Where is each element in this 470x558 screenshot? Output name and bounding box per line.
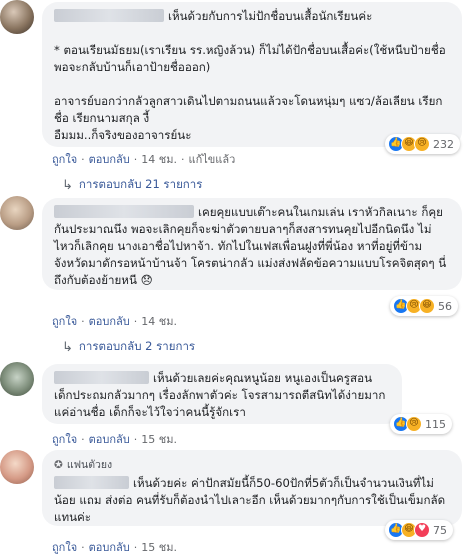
- star-icon: ✪: [54, 459, 63, 471]
- reaction-summary[interactable]: 👍 😢 😆 56: [390, 296, 458, 316]
- comment-bubble: ✪ แฟนตัวยง เห็นด้วยค่ะ ค่าปักสมัยนี้ก็50-…: [42, 450, 462, 526]
- comment-bubble: เคยคุยแบบเต๊าะคนในเกมเล่น เราหัวกิลเนาะ …: [42, 198, 462, 290]
- like-button[interactable]: ถูกใจ: [52, 541, 77, 554]
- reply-arrow-icon: ↳: [62, 177, 73, 193]
- sad-reaction-icon: 😢: [406, 416, 422, 432]
- timestamp[interactable]: 14 ชม.: [141, 153, 177, 166]
- reply-count-label[interactable]: การตอบกลับ 2 รายการ: [79, 338, 195, 356]
- reply-button[interactable]: ตอบกลับ: [89, 433, 130, 446]
- view-replies-link[interactable]: ↳ การตอบกลับ 2 รายการ: [62, 338, 195, 356]
- comment-actions: ถูกใจ · ตอบกลับ · 15 ชม.: [52, 433, 177, 446]
- reply-button[interactable]: ตอบกลับ: [89, 153, 130, 166]
- reaction-summary[interactable]: 👍 😆 😢 232: [385, 134, 460, 154]
- reaction-count: 56: [438, 299, 452, 313]
- like-button[interactable]: ถูกใจ: [52, 315, 77, 328]
- reaction-count: 115: [425, 417, 446, 431]
- haha-reaction-icon: 😆: [419, 298, 435, 314]
- reply-arrow-icon: ↳: [62, 339, 73, 355]
- avatar[interactable]: [0, 450, 34, 484]
- commenter-name-redacted[interactable]: [54, 476, 129, 489]
- commenter-name-redacted[interactable]: [54, 205, 194, 218]
- comment-bubble: เห็นด้วยเลยค่ะคุณหนูน้อย หนูเองเป็นครูสอ…: [42, 364, 402, 424]
- comment-actions: ถูกใจ · ตอบกลับ · 14 ชม.: [52, 315, 177, 328]
- comment-actions: ถูกใจ · ตอบกลับ · 14 ชม. · แก้ไขแล้ว: [52, 153, 236, 166]
- timestamp[interactable]: 14 ชม.: [141, 315, 177, 328]
- avatar[interactable]: [0, 196, 34, 230]
- like-button[interactable]: ถูกใจ: [52, 153, 77, 166]
- timestamp[interactable]: 15 ชม.: [141, 433, 177, 446]
- view-replies-link[interactable]: ↳ การตอบกลับ 21 รายการ: [62, 176, 202, 194]
- reply-button[interactable]: ตอบกลับ: [89, 541, 130, 554]
- commenter-name-redacted[interactable]: [54, 9, 164, 22]
- top-fan-badge[interactable]: ✪ แฟนตัวยง: [54, 456, 450, 473]
- reaction-count: 75: [433, 523, 447, 537]
- avatar[interactable]: [0, 362, 34, 396]
- reaction-count: 232: [433, 137, 454, 151]
- reaction-summary[interactable]: 👍 😆 ♥ 75: [385, 520, 453, 540]
- comment-bubble: เห็นด้วยกับการไม่ปักชื่อบนเสื้อนักเรียนค…: [42, 2, 462, 147]
- timestamp[interactable]: 15 ชม.: [141, 541, 177, 554]
- reply-button[interactable]: ตอบกลับ: [89, 315, 130, 328]
- love-reaction-icon: ♥: [414, 522, 430, 538]
- like-button[interactable]: ถูกใจ: [52, 433, 77, 446]
- edited-label[interactable]: แก้ไขแล้ว: [188, 153, 235, 166]
- reaction-summary[interactable]: 👍 😢 115: [390, 414, 452, 434]
- comment-actions: ถูกใจ · ตอบกลับ · 15 ชม.: [52, 541, 177, 554]
- reply-count-label[interactable]: การตอบกลับ 21 รายการ: [79, 176, 203, 194]
- commenter-name-redacted[interactable]: [54, 371, 149, 384]
- sad-reaction-icon: 😢: [414, 136, 430, 152]
- avatar[interactable]: [0, 0, 34, 34]
- comment-text: เห็นด้วยกับการไม่ปักชื่อบนเสื้อนักเรียนค…: [54, 9, 446, 142]
